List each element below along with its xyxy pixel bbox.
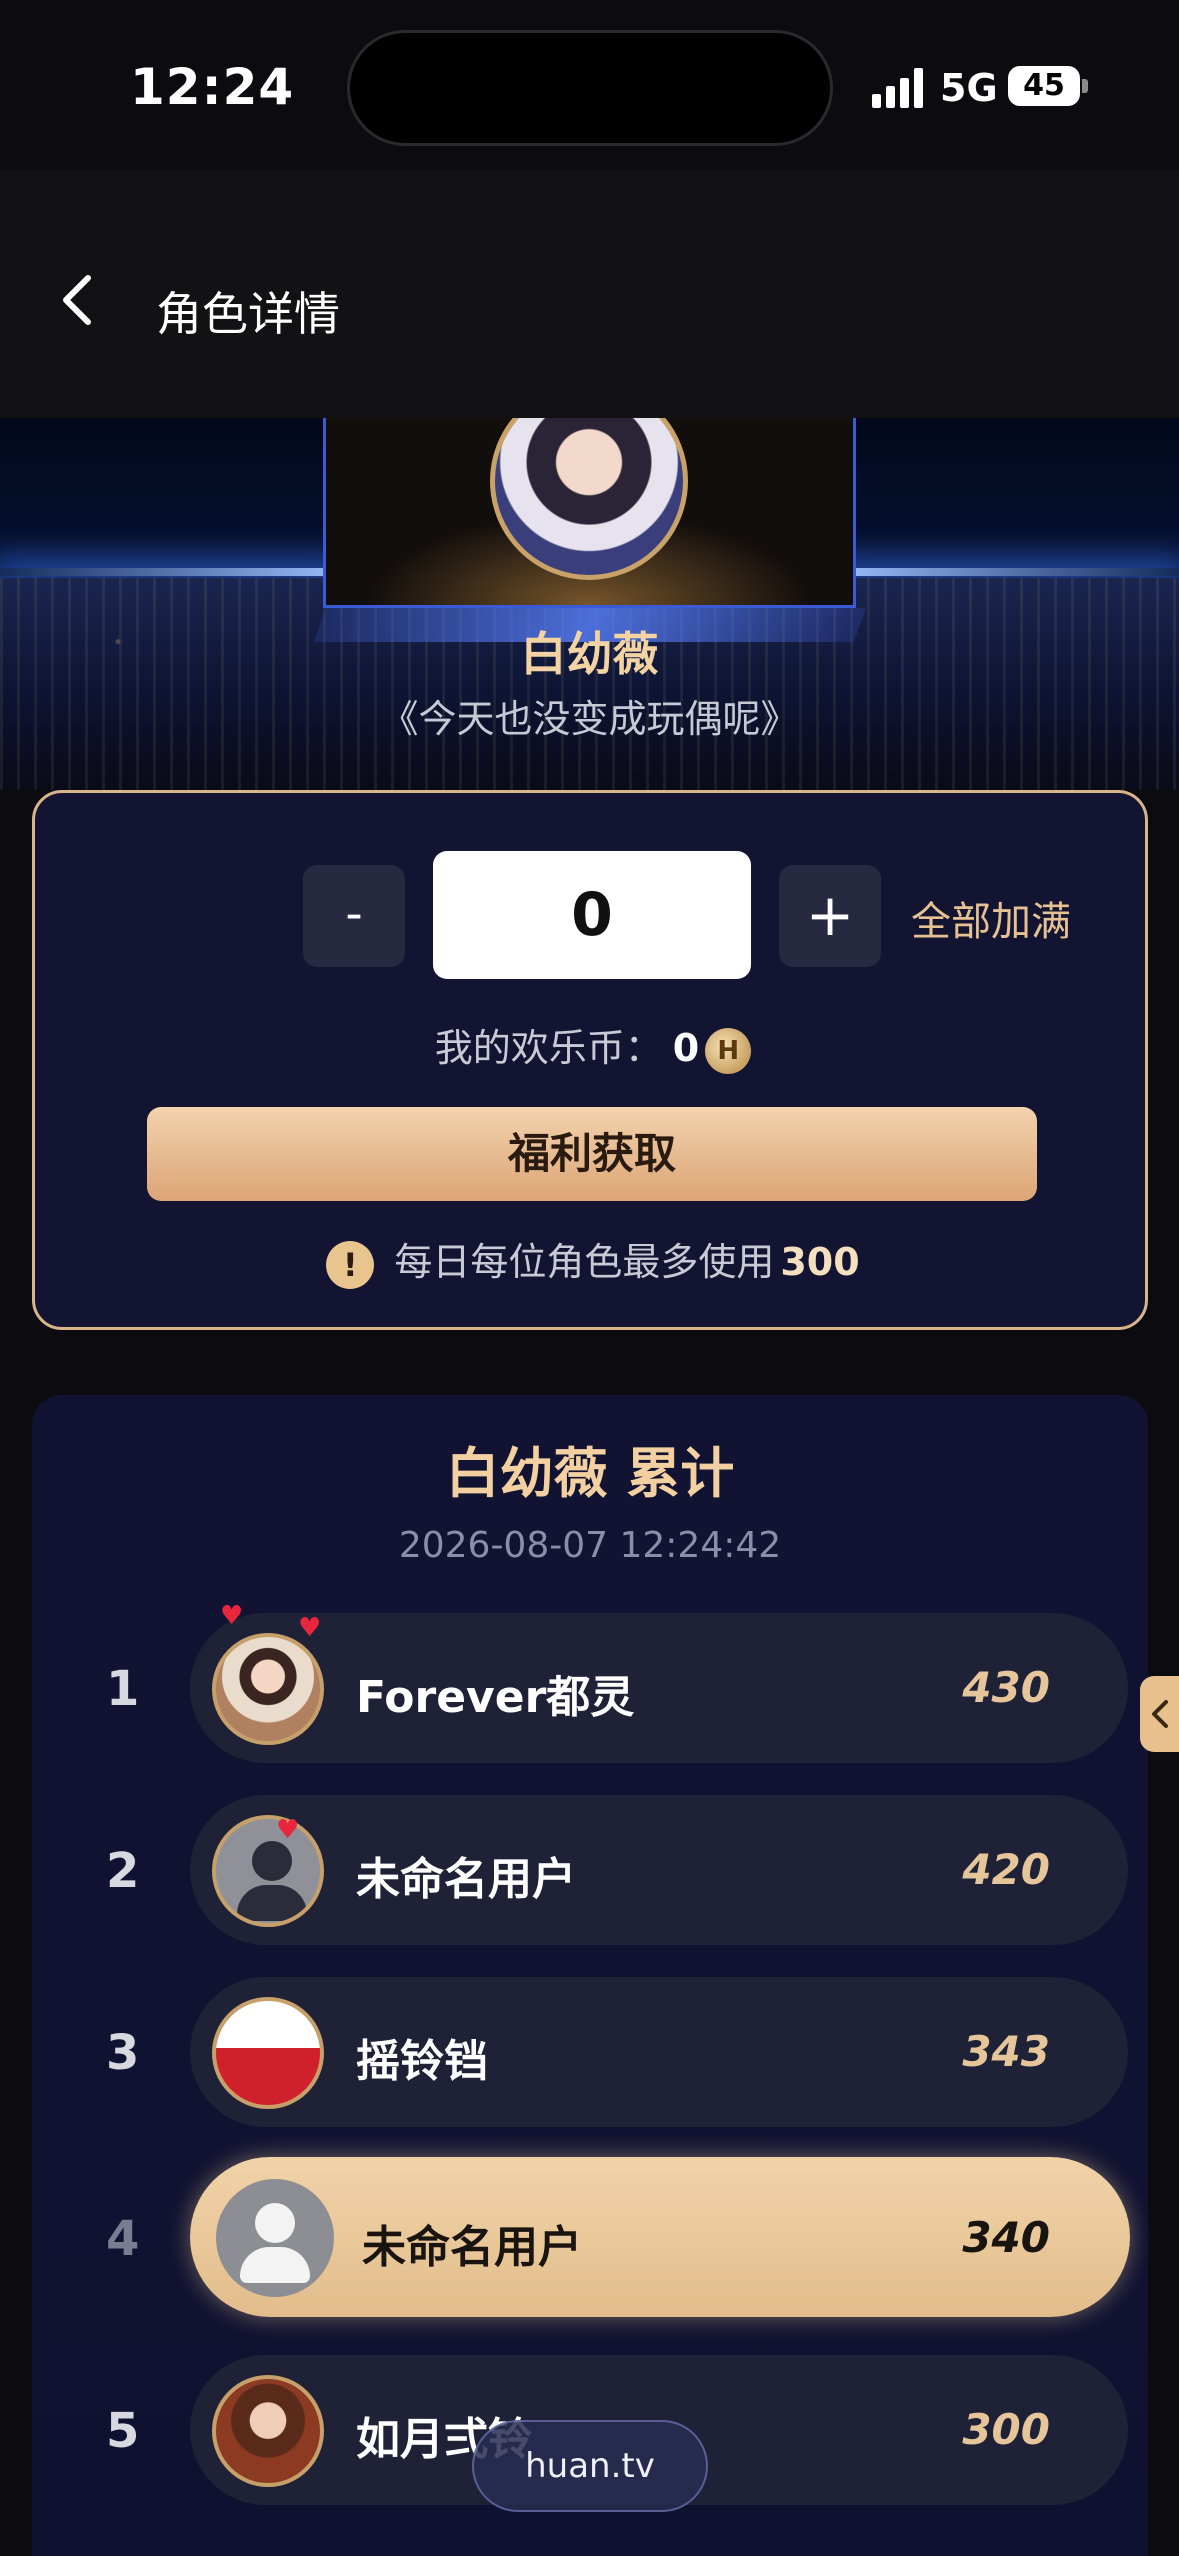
rank-row-current-user[interactable]: 4 未命名用户 340 — [32, 2157, 1148, 2317]
rank-score: 420 — [962, 1845, 1050, 1894]
dynamic-island — [347, 30, 833, 146]
heart-icon: ♥ — [298, 1613, 322, 1643]
rank-pill: ♥ ♥ Forever都灵 430 — [190, 1601, 1128, 1763]
person-icon-body — [240, 2247, 310, 2283]
signal-icon — [872, 68, 930, 108]
rank-number: 4 — [106, 2211, 140, 2267]
coin-icon: H — [705, 1027, 752, 1074]
rank-name: 摇铃铛 — [356, 2036, 488, 2087]
rank-row[interactable]: 3 摇铃铛 343 — [32, 1977, 1148, 2127]
person-icon-body — [237, 1885, 307, 1921]
rank-number: 2 — [106, 1843, 140, 1899]
plus-button[interactable]: + — [779, 865, 881, 967]
ranking-timestamp: 2026-08-07 12:24:42 — [398, 1525, 782, 1566]
fill-all-button[interactable]: 全部加满 — [911, 889, 1071, 947]
rank-row[interactable]: 1 ♥ ♥ Forever都灵 430 — [32, 1601, 1148, 1763]
ranking-title: 白幼薇 累计 — [445, 1442, 735, 1505]
avatar[interactable] — [212, 1815, 324, 1927]
support-card: - 0 + 全部加满 我的欢乐币： 0 H 福利获取 ! 每日每位角色最多使用 300 — [32, 790, 1148, 1330]
minus-button[interactable]: - — [303, 865, 405, 967]
avatar[interactable] — [212, 2375, 324, 2487]
rank-name: Forever都灵 — [356, 1672, 635, 1723]
rank-number: 1 — [106, 1661, 140, 1717]
warning-icon: ! — [326, 1240, 375, 1289]
battery-icon: 45 — [1008, 66, 1080, 106]
status-time: 12:24 — [130, 58, 295, 116]
page-title: 角色详情 — [156, 287, 340, 341]
avatar[interactable] — [212, 1633, 324, 1745]
rank-name: 未命名用户 — [362, 2222, 582, 2273]
rank-score: 340 — [962, 2213, 1050, 2262]
person-icon — [252, 1841, 292, 1881]
rank-pill: 未命名用户 340 — [190, 2157, 1130, 2317]
watermark-badge: huan.tv — [472, 2420, 708, 2512]
battery-tip — [1082, 79, 1088, 93]
nav-header: 角色详情 — [0, 170, 1179, 420]
rank-row[interactable]: 2 ♥ 未命名用户 420 — [32, 1795, 1148, 1945]
character-hero: 白幼薇 《今天也没变成玩偶呢》 — [0, 418, 1179, 790]
chevron-left-icon[interactable] — [50, 270, 110, 330]
heart-icon: ♥ — [220, 1601, 244, 1631]
drama-title: 《今天也没变成玩偶呢》 — [380, 697, 799, 741]
coin-balance: 我的欢乐币： 0 H — [35, 1017, 1151, 1074]
rank-score: 343 — [962, 2027, 1050, 2076]
ranking-card: 白幼薇 累计 2026-08-07 12:24:42 1 ♥ ♥ Forever… — [32, 1395, 1148, 2556]
avatar[interactable] — [212, 1997, 324, 2109]
rank-score: 300 — [962, 2405, 1050, 2454]
coin-label: 我的欢乐币： — [434, 1026, 663, 1070]
limit-value: 300 — [780, 1240, 860, 1284]
character-name: 白幼薇 — [520, 627, 659, 681]
app-screen: 12:24 5G 45 角色详情 白幼薇 《今天也没变成玩偶呢》 - 0 + 全… — [0, 0, 1179, 2556]
side-drawer-tab[interactable] — [1140, 1676, 1179, 1752]
rank-number: 3 — [106, 2025, 140, 2081]
status-bar: 12:24 5G 45 — [0, 0, 1179, 170]
benefit-button[interactable]: 福利获取 — [147, 1107, 1037, 1201]
rank-score: 430 — [962, 1663, 1050, 1712]
rank-number: 5 — [106, 2403, 140, 2459]
person-icon — [255, 2203, 295, 2243]
network-label: 5G — [940, 66, 998, 110]
rank-name: 未命名用户 — [356, 1854, 576, 1905]
avatar[interactable] — [216, 2179, 334, 2297]
limit-text: 每日每位角色最多使用 — [394, 1240, 775, 1284]
rank-pill: ♥ 未命名用户 420 — [190, 1795, 1128, 1945]
heart-icon: ♥ — [276, 1815, 300, 1845]
chevron-left-icon — [1152, 1700, 1168, 1728]
daily-limit-notice: ! 每日每位角色最多使用 300 — [35, 1231, 1151, 1289]
amount-input[interactable]: 0 — [433, 851, 751, 979]
coin-value: 0 — [672, 1026, 700, 1070]
rank-pill: 摇铃铛 343 — [190, 1977, 1128, 2127]
